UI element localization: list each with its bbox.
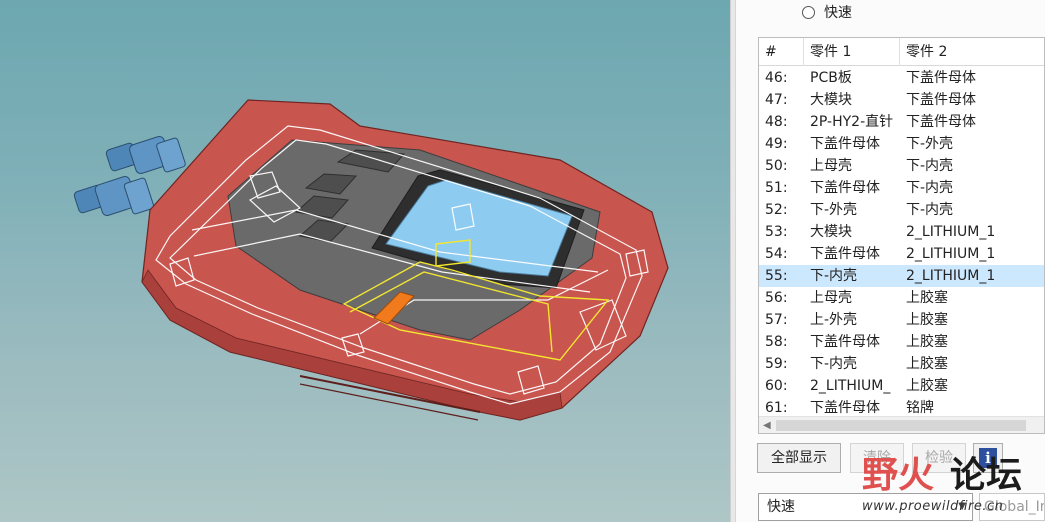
table-row[interactable]: 51: 下盖件母体 下-内壳 [759, 177, 1044, 199]
row-part1: 下-外壳 [810, 202, 858, 218]
row-part1: 下-内壳 [810, 268, 858, 284]
clear-button[interactable]: 清除 [850, 443, 904, 473]
row-part1: 下盖件母体 [810, 136, 880, 152]
check-button[interactable]: 检验 [912, 443, 966, 473]
table-header: # 零件 1 零件 2 [759, 38, 1044, 66]
row-part2: 2_LITHIUM_1 [906, 268, 996, 284]
row-part1: 下-内壳 [810, 356, 858, 372]
row-part1: 大模块 [810, 92, 852, 108]
row-index: 48: [765, 114, 788, 130]
row-part2: 下盖件母体 [906, 114, 976, 130]
row-part1: 2_LITHIUM_ [810, 378, 891, 394]
row-part2: 下盖件母体 [906, 70, 976, 86]
show-all-button[interactable]: 全部显示 [757, 443, 841, 473]
row-part2: 下-内壳 [906, 180, 954, 196]
row-index: 56: [765, 290, 788, 306]
row-part2: 上胶塞 [906, 356, 948, 372]
row-index: 51: [765, 180, 788, 196]
column-header-part2[interactable]: 零件 2 [900, 38, 1044, 66]
row-index: 55: [765, 268, 788, 284]
row-part2: 上胶塞 [906, 312, 948, 328]
table-row[interactable]: 55: 下-内壳 2_LITHIUM_1 [759, 265, 1044, 287]
table-row[interactable]: 50: 上母壳 下-内壳 [759, 155, 1044, 177]
table-row[interactable]: 57: 上-外壳 上胶塞 [759, 309, 1044, 331]
table-row[interactable]: 53: 大模块 2_LITHIUM_1 [759, 221, 1044, 243]
row-index: 50: [765, 158, 788, 174]
scrollbar-thumb[interactable] [776, 420, 1026, 431]
table-row[interactable]: 46: PCB板 下盖件母体 [759, 67, 1044, 89]
row-index: 58: [765, 334, 788, 350]
row-index: 57: [765, 312, 788, 328]
table-row[interactable]: 59: 下-内壳 上胶塞 [759, 353, 1044, 375]
table-row[interactable]: 60: 2_LITHIUM_ 上胶塞 [759, 375, 1044, 397]
table-row[interactable]: 48: 2P-HY2-直针 下盖件母体 [759, 111, 1044, 133]
table-row[interactable]: 56: 上母壳 上胶塞 [759, 287, 1044, 309]
horizontal-scrollbar[interactable]: ◀ [759, 416, 1044, 433]
row-index: 60: [765, 378, 788, 394]
row-part2: 2_LITHIUM_1 [906, 246, 996, 262]
quick-mode-radio[interactable] [802, 5, 815, 19]
interference-table: # 零件 1 零件 2 46: PCB板 下盖件母体 47: 大模块 下盖件母体 48: 2P… [758, 37, 1045, 434]
quick-mode-label: 快速 [824, 5, 852, 21]
row-part2: 上胶塞 [906, 290, 948, 306]
interference-results-panel: 快速 # 零件 1 零件 2 46: PCB板 下盖件母体 47: 大模块 下盖件母体 48… [736, 0, 1045, 522]
row-part2: 下-外壳 [906, 136, 954, 152]
device-model-render[interactable] [0, 0, 730, 522]
scroll-left-icon[interactable]: ◀ [763, 420, 771, 431]
row-part1: 大模块 [810, 224, 852, 240]
row-part1: 下盖件母体 [810, 180, 880, 196]
3d-model-viewport[interactable] [0, 0, 730, 522]
row-part1: 下盖件母体 [810, 334, 880, 350]
row-part1: 上母壳 [810, 158, 852, 174]
info-button[interactable]: i [973, 443, 1003, 473]
row-index: 47: [765, 92, 788, 108]
row-index: 49: [765, 136, 788, 152]
row-index: 52: [765, 202, 788, 218]
row-part2: 下盖件母体 [906, 92, 976, 108]
row-part1: 上-外壳 [810, 312, 858, 328]
row-part1: 下盖件母体 [810, 246, 880, 262]
row-part1: PCB板 [810, 70, 852, 86]
info-icon: i [979, 448, 997, 468]
column-header-part1[interactable]: 零件 1 [804, 38, 900, 66]
quick-mode-option[interactable]: 快速 [802, 2, 852, 22]
row-index: 59: [765, 356, 788, 372]
mode-select[interactable]: 快速 ▼ [758, 493, 973, 521]
row-part1: 上母壳 [810, 290, 852, 306]
table-body: 46: PCB板 下盖件母体 47: 大模块 下盖件母体 48: 2P-HY2-直针 下盖件母体… [759, 67, 1044, 419]
mode-select-value: 快速 [767, 499, 795, 515]
row-part2: 上胶塞 [906, 334, 948, 350]
row-part2: 2_LITHIUM_1 [906, 224, 996, 240]
coordinate-system-field[interactable]: Global_Inte [979, 493, 1045, 521]
row-part2: 下-内壳 [906, 158, 954, 174]
table-row[interactable]: 47: 大模块 下盖件母体 [759, 89, 1044, 111]
row-index: 46: [765, 70, 788, 86]
chevron-down-icon: ▼ [958, 501, 966, 512]
table-row[interactable]: 52: 下-外壳 下-内壳 [759, 199, 1044, 221]
row-part2: 上胶塞 [906, 378, 948, 394]
column-header-index[interactable]: # [759, 38, 804, 66]
row-part2: 下-内壳 [906, 202, 954, 218]
row-index: 54: [765, 246, 788, 262]
table-row[interactable]: 49: 下盖件母体 下-外壳 [759, 133, 1044, 155]
row-index: 53: [765, 224, 788, 240]
table-row[interactable]: 58: 下盖件母体 上胶塞 [759, 331, 1044, 353]
table-row[interactable]: 54: 下盖件母体 2_LITHIUM_1 [759, 243, 1044, 265]
row-part1: 2P-HY2-直针 [810, 114, 894, 130]
